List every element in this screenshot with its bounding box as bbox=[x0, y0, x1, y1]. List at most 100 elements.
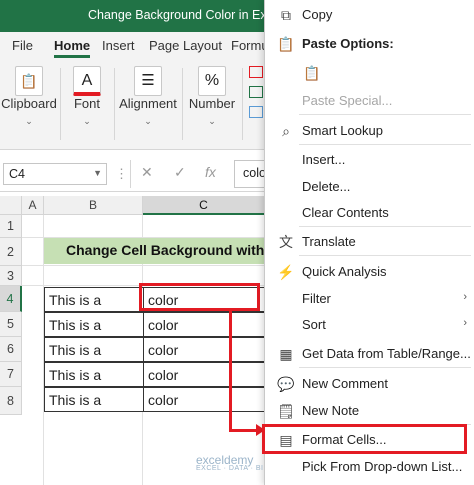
column-header-a[interactable]: A bbox=[22, 196, 44, 215]
menu-item-label: Get Data from Table/Range... bbox=[302, 346, 471, 361]
clipboard-icon: 📋 bbox=[15, 66, 43, 96]
row-header-7[interactable]: 7 bbox=[0, 362, 22, 387]
tab-file[interactable]: File bbox=[12, 38, 33, 53]
menu-item-new-note[interactable]: 🗒 New Note bbox=[265, 398, 474, 424]
menu-item-label: Smart Lookup bbox=[302, 123, 383, 138]
percent-icon: % bbox=[198, 66, 226, 96]
ribbon-divider bbox=[182, 68, 183, 140]
cell-styles-icon[interactable] bbox=[249, 106, 263, 118]
font-color-icon: A bbox=[73, 66, 101, 96]
menu-divider bbox=[299, 114, 471, 115]
table-cell-b6[interactable]: This is a bbox=[44, 337, 144, 362]
annotation-arrow bbox=[229, 429, 259, 432]
ribbon-divider bbox=[114, 68, 115, 140]
menu-item-pick-from-list[interactable]: Pick From Drop-down List... bbox=[265, 454, 474, 480]
annotation-arrow bbox=[229, 311, 232, 432]
menu-item-label: Quick Analysis bbox=[302, 264, 387, 279]
number-group[interactable]: % Number ⌄ bbox=[184, 60, 240, 150]
menu-divider bbox=[299, 255, 471, 256]
column-header-c[interactable]: C bbox=[143, 196, 265, 215]
selected-cell-highlight bbox=[139, 283, 260, 311]
menu-item-label: Insert... bbox=[302, 152, 346, 167]
row-header-3[interactable]: 3 bbox=[0, 266, 22, 286]
name-box[interactable]: C4 ▼ bbox=[3, 163, 107, 185]
table-cell-b5[interactable]: This is a bbox=[44, 312, 144, 337]
menu-item-label: Translate bbox=[302, 234, 356, 249]
table-icon: ▦ bbox=[279, 346, 293, 362]
menu-item-translate[interactable]: 文 Translate bbox=[265, 229, 474, 255]
tab-formulas[interactable]: Formu bbox=[231, 38, 269, 53]
menu-item-label: Delete... bbox=[302, 179, 351, 194]
menu-item-label: Pick From Drop-down List... bbox=[302, 459, 463, 474]
menu-item-get-data[interactable]: ▦ Get Data from Table/Range... bbox=[265, 341, 474, 367]
menu-item-label: New Comment bbox=[302, 376, 388, 391]
row-header-2[interactable]: 2 bbox=[0, 238, 22, 266]
window-title: Change Background Color in Excel bbox=[88, 8, 283, 22]
name-box-value: C4 bbox=[9, 167, 25, 181]
chevron-down-icon: ⌄ bbox=[144, 116, 152, 126]
menu-item-delete[interactable]: Delete... bbox=[265, 174, 474, 200]
row-header-8[interactable]: 8 bbox=[0, 387, 22, 415]
menu-item-insert[interactable]: Insert... bbox=[265, 147, 474, 173]
table-cell-c6[interactable]: color bbox=[143, 337, 265, 362]
table-format-icon[interactable] bbox=[249, 86, 263, 98]
menu-divider bbox=[299, 226, 471, 227]
menu-item-paste-special[interactable]: Paste Special... bbox=[265, 88, 474, 114]
alignment-icon: ☰ bbox=[134, 66, 162, 96]
gridline bbox=[22, 265, 272, 266]
menu-item-label: New Note bbox=[302, 403, 360, 418]
comment-icon: 💬 bbox=[277, 376, 295, 392]
menu-item-sort[interactable]: Sort › bbox=[265, 312, 474, 338]
menu-item-label: Paste Special... bbox=[302, 93, 393, 108]
menu-divider bbox=[299, 144, 471, 145]
menu-item-quick-analysis[interactable]: ⚡ Quick Analysis bbox=[265, 259, 474, 285]
search-icon: ⌕ bbox=[282, 123, 290, 139]
table-cell-b4[interactable]: This is a bbox=[44, 287, 144, 312]
note-icon: 🗒 bbox=[277, 403, 295, 419]
format-cells-highlight bbox=[262, 424, 467, 454]
insert-function-icon[interactable]: fx bbox=[205, 164, 216, 180]
menu-item-smart-lookup[interactable]: ⌕ Smart Lookup bbox=[265, 118, 474, 144]
chevron-down-icon: ⌄ bbox=[83, 116, 91, 126]
clipboard-group[interactable]: 📋 Clipboard ⌄ bbox=[0, 60, 58, 150]
conditional-format-icon[interactable] bbox=[249, 66, 263, 78]
chevron-right-icon: › bbox=[463, 317, 467, 329]
menu-item-paste-options: 📋 Paste Options: bbox=[265, 31, 474, 57]
menu-divider bbox=[299, 367, 471, 368]
table-cell-c7[interactable]: color bbox=[143, 362, 265, 387]
translate-icon: 文 bbox=[279, 234, 293, 250]
more-icon: ⋮ bbox=[115, 166, 128, 181]
chevron-down-icon[interactable]: ▼ bbox=[93, 168, 102, 178]
menu-item-new-comment[interactable]: 💬 New Comment bbox=[265, 371, 474, 397]
menu-item-copy[interactable]: ⧉ Copy bbox=[265, 2, 474, 28]
table-cell-c5[interactable]: color bbox=[143, 312, 265, 337]
title-cell-banner[interactable]: Change Cell Background with bbox=[44, 238, 266, 264]
tab-page-layout[interactable]: Page Layout bbox=[149, 38, 222, 53]
row-header-5[interactable]: 5 bbox=[0, 312, 22, 337]
column-header-b[interactable]: B bbox=[44, 196, 143, 215]
copy-icon: ⧉ bbox=[281, 7, 291, 23]
cancel-icon[interactable]: ✕ bbox=[141, 164, 153, 181]
watermark-logo: exceldemy EXCEL · DATA · BI bbox=[196, 453, 264, 472]
menu-item-filter[interactable]: Filter › bbox=[265, 286, 474, 312]
font-group[interactable]: A Font ⌄ bbox=[62, 60, 112, 150]
chevron-down-icon: ⌄ bbox=[25, 116, 33, 126]
select-all-corner[interactable] bbox=[0, 196, 22, 215]
menu-item-label: Clear Contents bbox=[302, 205, 389, 220]
chevron-down-icon: ⌄ bbox=[208, 116, 216, 126]
row-header-1[interactable]: 1 bbox=[0, 215, 22, 238]
tab-home[interactable]: Home bbox=[54, 38, 91, 58]
tab-insert[interactable]: Insert bbox=[102, 38, 135, 53]
menu-item-paste[interactable]: 📋 bbox=[265, 60, 474, 90]
enter-icon[interactable]: ✓ bbox=[174, 164, 186, 181]
row-header-6[interactable]: 6 bbox=[0, 337, 22, 362]
table-cell-b7[interactable]: This is a bbox=[44, 362, 144, 387]
table-cell-c8[interactable]: color bbox=[143, 387, 265, 412]
row-header-4[interactable]: 4 bbox=[0, 286, 22, 312]
table-cell-b8[interactable]: This is a bbox=[44, 387, 144, 412]
alignment-group[interactable]: ☰ Alignment ⌄ bbox=[116, 60, 180, 150]
quick-analysis-icon: ⚡ bbox=[277, 264, 295, 280]
menu-item-clear-contents[interactable]: Clear Contents bbox=[265, 200, 474, 226]
font-label: Font bbox=[73, 96, 100, 111]
menu-item-label: Paste Options: bbox=[302, 36, 394, 51]
